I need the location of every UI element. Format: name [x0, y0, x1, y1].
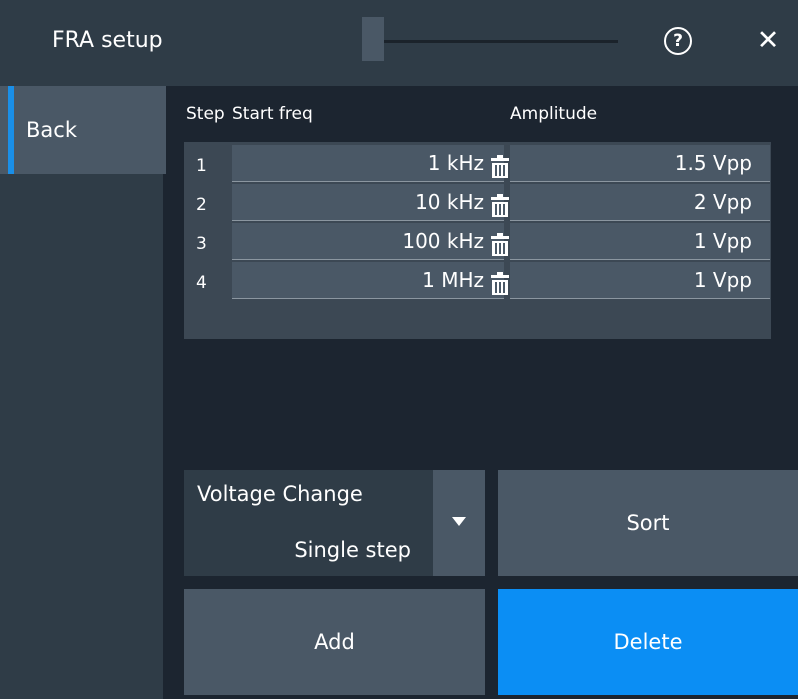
amplitude-value: 1 Vpp	[693, 268, 752, 292]
column-header-amplitude: Amplitude	[510, 104, 598, 124]
amplitude-value: 2 Vpp	[693, 190, 752, 214]
start-freq-field[interactable]: 100 kHz	[232, 223, 509, 260]
amplitude-field[interactable]: 1 Vpp	[510, 223, 770, 260]
help-icon[interactable]: ?	[664, 27, 692, 55]
trash-icon[interactable]	[488, 233, 512, 257]
start-freq-field[interactable]: 1 MHz	[232, 262, 509, 299]
trash-icon[interactable]	[488, 272, 512, 296]
voltage-change-dropdown[interactable]: Voltage Change Single step	[184, 470, 485, 576]
divider	[163, 174, 166, 699]
amplitude-field[interactable]: 1.5 Vpp	[510, 145, 770, 182]
trash-icon[interactable]	[488, 194, 512, 218]
transparency-slider-handle[interactable]	[362, 17, 384, 61]
amplitude-field[interactable]: 2 Vpp	[510, 184, 770, 221]
column-header-start-freq: Start freq	[232, 104, 313, 124]
dialog-title: FRA setup	[52, 28, 163, 53]
step-number: 1	[196, 156, 207, 176]
step-number: 2	[196, 195, 207, 215]
back-button[interactable]: Back	[0, 86, 166, 174]
back-label: Back	[26, 118, 77, 142]
voltage-change-label: Voltage Change	[197, 482, 363, 506]
amplitude-value: 1.5 Vpp	[674, 151, 752, 175]
start-freq-value: 1 kHz	[427, 151, 484, 175]
dropdown-button[interactable]	[433, 470, 485, 576]
start-freq-value: 10 kHz	[415, 190, 484, 214]
start-freq-value: 100 kHz	[402, 229, 484, 253]
add-button[interactable]: Add	[184, 589, 485, 695]
step-number: 3	[196, 234, 207, 254]
column-header-step: Step	[186, 104, 225, 124]
amplitude-field[interactable]: 1 Vpp	[510, 262, 770, 299]
sort-button[interactable]: Sort	[498, 470, 798, 576]
table-row: 1 1 kHz 1.5 Vpp	[184, 142, 771, 182]
start-freq-value: 1 MHz	[422, 268, 484, 292]
step-table: 1 1 kHz 1.5 Vpp 2 10 kHz 2 Vpp 3 100 kHz…	[184, 142, 771, 339]
amplitude-value: 1 Vpp	[693, 229, 752, 253]
transparency-slider-track[interactable]	[382, 40, 618, 43]
voltage-change-value: Single step	[294, 538, 411, 562]
table-row: 3 100 kHz 1 Vpp	[184, 220, 771, 260]
chevron-down-icon	[452, 517, 466, 526]
start-freq-field[interactable]: 10 kHz	[232, 184, 509, 221]
start-freq-field[interactable]: 1 kHz	[232, 145, 509, 182]
sidebar: Back	[0, 86, 166, 699]
title-bar: FRA setup ? ✕	[0, 0, 798, 86]
delete-button[interactable]: Delete	[498, 589, 798, 695]
table-row: 4 1 MHz 1 Vpp	[184, 259, 771, 299]
selection-indicator	[8, 86, 14, 174]
trash-icon[interactable]	[488, 155, 512, 179]
close-icon[interactable]: ✕	[754, 26, 782, 56]
table-row: 2 10 kHz 2 Vpp	[184, 181, 771, 221]
step-number: 4	[196, 273, 207, 293]
